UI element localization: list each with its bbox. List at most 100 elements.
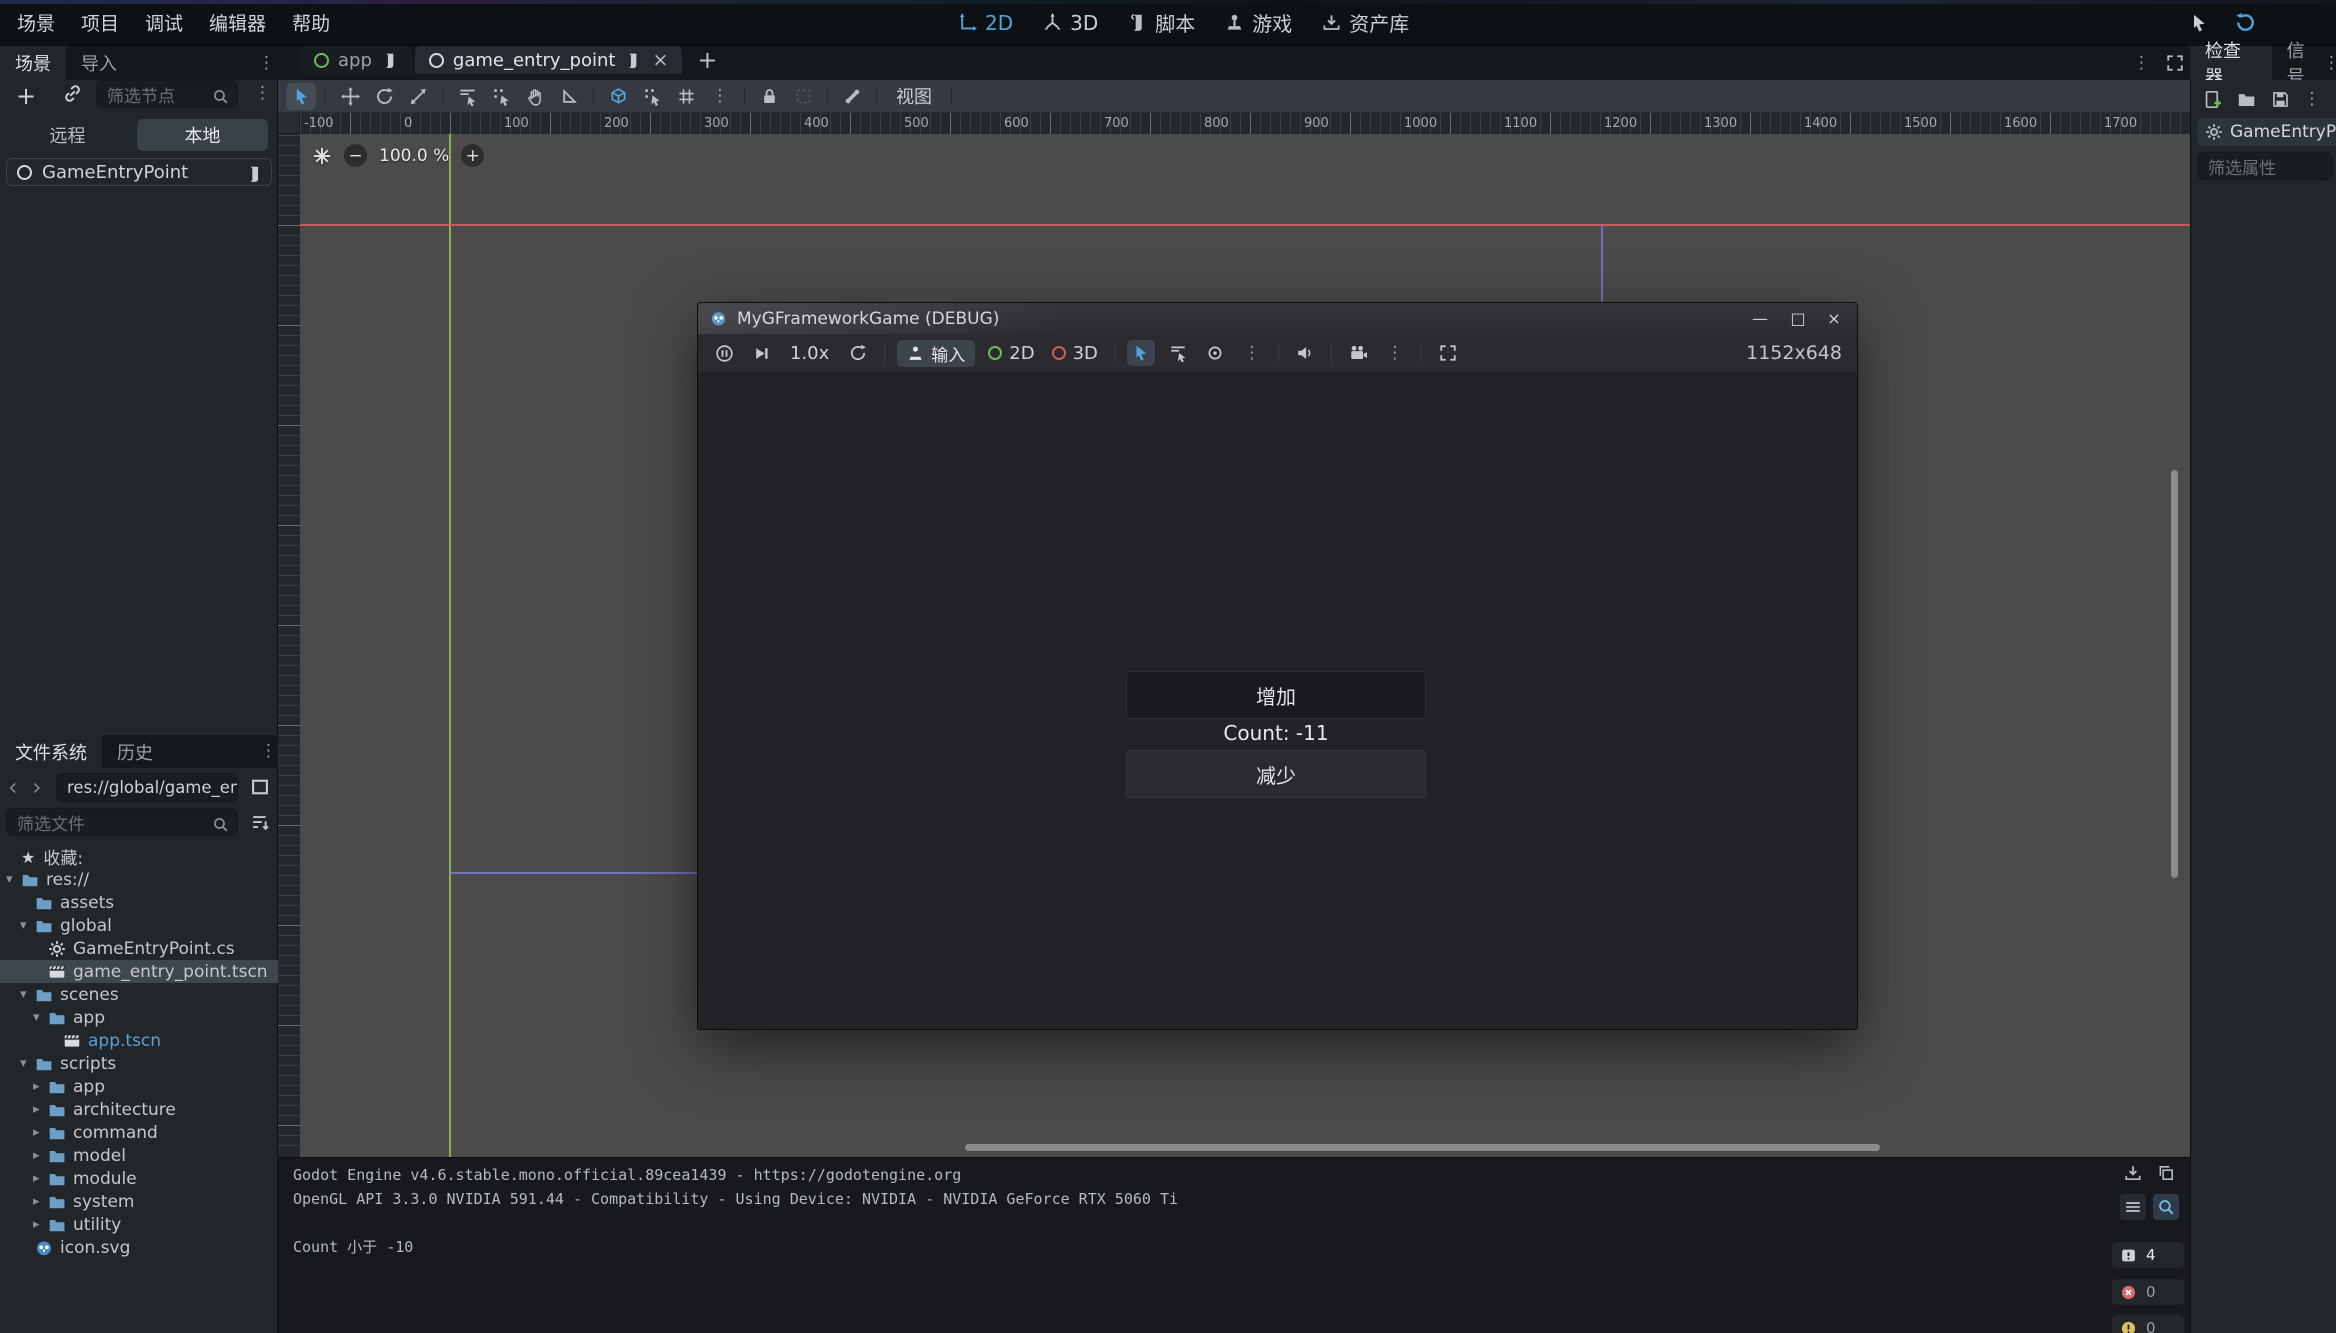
clipped-edge-icon[interactable] [2324, 10, 2336, 36]
current-path-field[interactable]: res://global/game_entry_p [56, 773, 238, 802]
menu-item[interactable]: 项目 [68, 5, 132, 40]
scene-tab-list-icon[interactable]: ⋮ [2133, 53, 2150, 73]
zoom-level[interactable]: 100.0 % [379, 146, 449, 166]
tab-game[interactable]: 游戏 [1225, 8, 1292, 37]
local-button[interactable]: 本地 [137, 119, 268, 151]
minimize-button[interactable]: — [1743, 303, 1777, 334]
dock-tab[interactable]: 场景 [0, 46, 66, 80]
scene-tab[interactable]: game_entry_point × [415, 46, 682, 74]
file-tree-item[interactable]: ▾▸ ★ scenes [0, 983, 278, 1006]
move-tool[interactable] [335, 83, 365, 110]
remote-button[interactable]: 远程 [2, 119, 133, 151]
menu-item[interactable]: 编辑器 [196, 5, 279, 40]
nav-forward-icon[interactable]: › [32, 773, 42, 801]
chevron-icon[interactable]: ▾▸ [33, 1010, 48, 1025]
group-node-button[interactable] [788, 83, 818, 110]
script-icon[interactable] [381, 52, 398, 69]
chevron-icon[interactable]: ▾▸ [33, 1194, 48, 1209]
dock-tab[interactable]: 文件系统 [0, 735, 102, 769]
file-tree-item[interactable]: ▾▸ ★ system [0, 1190, 278, 1213]
speed-multiplier[interactable]: 1.0x [784, 343, 835, 364]
new-scene-tab-button[interactable]: + [685, 46, 729, 74]
sort-files-icon[interactable] [250, 811, 270, 832]
chevron-icon[interactable]: ▾▸ [33, 1102, 48, 1117]
debug-3d-button[interactable]: 3D [1048, 343, 1102, 364]
viewport-vscrollbar[interactable] [2171, 470, 2178, 878]
zoom-out-button[interactable]: − [344, 144, 367, 167]
focus-selection-icon[interactable] [1201, 340, 1229, 366]
zoom-in-button[interactable]: + [461, 144, 484, 167]
grid-snap-toggle[interactable] [637, 83, 667, 110]
close-button[interactable]: × [1817, 303, 1851, 334]
file-tree-item[interactable]: ▾▸ ★ 收藏: [0, 845, 278, 868]
decrease-button[interactable]: 减少 [1126, 750, 1426, 798]
file-tree-item[interactable]: ▾▸ ★ res:// [0, 868, 278, 891]
tab-assetlib[interactable]: 资产库 [1322, 8, 1409, 37]
scene-tree-root-node[interactable]: GameEntryPoint [6, 158, 272, 186]
chevron-icon[interactable]: ▾▸ [20, 987, 35, 1002]
chevron-icon[interactable]: ▾▸ [33, 1217, 48, 1232]
add-node-button[interactable]: + [16, 82, 36, 110]
game-window-titlebar[interactable]: MyGFrameworkGame (DEBUG) — □ × [698, 303, 1857, 334]
scene-dock-menu-icon[interactable]: ⋮ [254, 83, 271, 103]
suspend-icon[interactable] [710, 340, 738, 366]
search-output-icon[interactable] [2153, 1194, 2179, 1220]
reset-speed-icon[interactable] [844, 340, 872, 366]
chevron-icon[interactable]: ▾▸ [20, 1056, 35, 1071]
tab-script[interactable]: 脚本 [1128, 8, 1195, 37]
next-frame-icon[interactable] [747, 340, 775, 366]
view-menu[interactable]: 视图 [886, 83, 942, 109]
nav-back-icon[interactable]: ‹ [8, 773, 18, 801]
file-tree-item[interactable]: ▾▸ ★ model [0, 1144, 278, 1167]
chevron-icon[interactable]: ▾▸ [33, 1171, 48, 1186]
distraction-free-icon[interactable] [2166, 54, 2184, 72]
tab-2d[interactable]: 2D [958, 11, 1013, 35]
chevron-icon[interactable]: ▾▸ [6, 872, 21, 887]
debug-2d-button[interactable]: 2D [984, 343, 1038, 364]
file-tree-item[interactable]: ▾▸ ★ app [0, 1006, 278, 1029]
chevron-icon[interactable]: ▾▸ [33, 1079, 48, 1094]
warning-count-badge[interactable]: 0 [2112, 1315, 2184, 1333]
filter-properties-input[interactable]: 筛选属性 [2197, 152, 2333, 180]
list-select-mode-icon[interactable] [1164, 340, 1192, 366]
file-tree-item[interactable]: ▾▸ ★ module [0, 1167, 278, 1190]
file-tree-item[interactable]: ▾▸ ★ command [0, 1121, 278, 1144]
lock-node-button[interactable] [754, 83, 784, 110]
close-tab-icon[interactable]: × [650, 49, 668, 71]
dock-tab[interactable]: 历史 [102, 735, 168, 769]
select-mode-icon[interactable] [1127, 340, 1155, 366]
menu-item[interactable]: 帮助 [279, 5, 343, 40]
list-select-tool[interactable] [452, 83, 482, 110]
message-count-badge[interactable]: 4 [2112, 1242, 2184, 1268]
ruler-tool[interactable] [554, 83, 584, 110]
chevron-icon[interactable]: ▾▸ [33, 1148, 48, 1163]
file-tree-item[interactable]: ▾▸ ★ assets [0, 891, 278, 914]
chevron-icon[interactable]: ▾▸ [20, 918, 35, 933]
load-resource-icon[interactable] [2233, 86, 2259, 112]
file-tree-item[interactable]: ▾▸ ★ utility [0, 1213, 278, 1236]
file-tree-item[interactable]: ▾▸ ★ icon.svg [0, 1236, 278, 1259]
grid-toggle[interactable] [671, 83, 701, 110]
pan-tool[interactable] [520, 83, 550, 110]
pick-instance-icon[interactable] [2186, 10, 2212, 36]
menu-item[interactable]: 调试 [132, 5, 196, 40]
scroll-to-bottom-icon[interactable] [2120, 1160, 2146, 1186]
dock-tab[interactable]: 检查器 [2190, 46, 2272, 80]
dock-tab[interactable]: 导入 [66, 46, 132, 80]
scene-tab[interactable]: app × [300, 46, 412, 74]
select-tool[interactable] [286, 83, 316, 110]
collapse-duplicates-icon[interactable] [2120, 1194, 2146, 1220]
increase-button[interactable]: 增加 [1126, 671, 1426, 719]
new-resource-icon[interactable] [2199, 86, 2225, 112]
dock-tab-menu-icon[interactable]: ⋮ [258, 53, 275, 73]
camera-options-menu-icon[interactable]: ⋮ [1381, 340, 1409, 366]
file-tree-item[interactable]: ▾▸ ★ architecture [0, 1098, 278, 1121]
instance-scene-icon[interactable] [62, 83, 83, 104]
edited-object-row[interactable]: GameEntryPoint. [2197, 118, 2336, 146]
center-view-icon[interactable] [312, 146, 332, 166]
error-count-badge[interactable]: 0 [2112, 1279, 2184, 1305]
smart-snap-toggle[interactable] [603, 83, 633, 110]
restart-icon[interactable] [2232, 10, 2258, 36]
split-mode-icon[interactable] [250, 776, 270, 797]
rotate-tool[interactable] [369, 83, 399, 110]
